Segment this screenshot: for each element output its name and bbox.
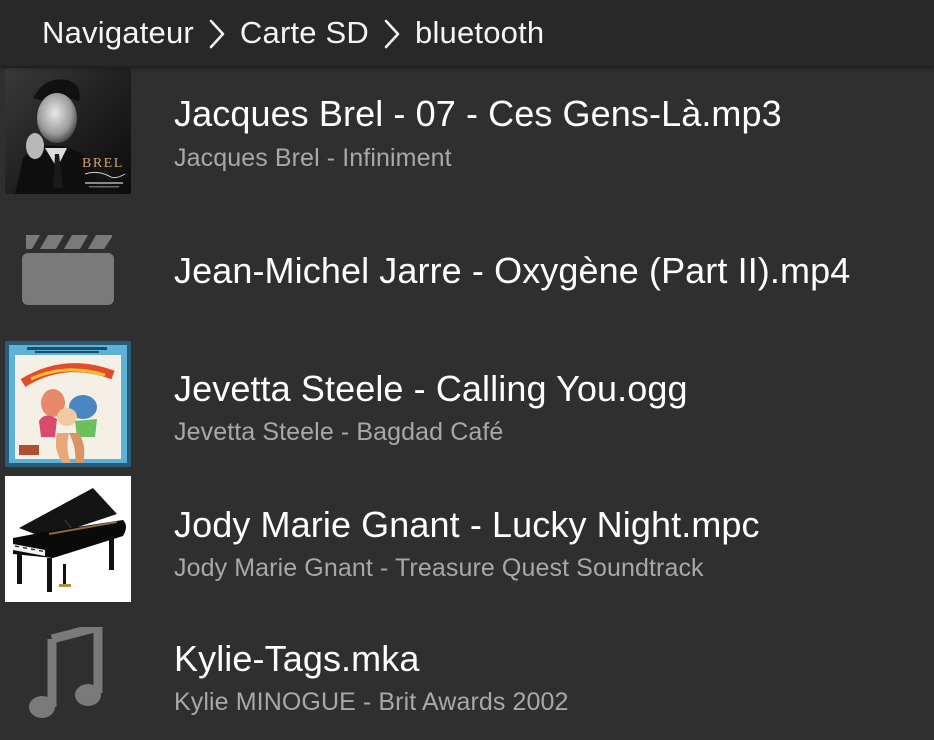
album-art-bagdad-cafe: [5, 341, 131, 467]
breadcrumb: Navigateur Carte SD bluetooth: [0, 0, 934, 66]
cover-text: BREL: [82, 156, 124, 171]
list-item[interactable]: BREL Jacques Brel - 07 - Ces Gens-Là.mp3…: [0, 66, 934, 202]
file-title: Jacques Brel - 07 - Ces Gens-Là.mp3: [174, 93, 782, 134]
file-title: Kylie-Tags.mka: [174, 638, 420, 679]
album-art-piano: [5, 476, 131, 602]
breadcrumb-item-carte-sd[interactable]: Carte SD: [240, 15, 369, 51]
chevron-right-icon: [377, 15, 409, 51]
breadcrumb-item-navigateur[interactable]: Navigateur: [42, 15, 194, 51]
file-subtitle: Kylie MINOGUE - Brit Awards 2002: [174, 688, 569, 716]
file-title: Jody Marie Gnant - Lucky Night.mpc: [174, 504, 760, 545]
list-item[interactable]: Jevetta Steele - Calling You.ogg Jevetta…: [0, 338, 934, 472]
album-art-brel: BREL: [5, 68, 131, 194]
list-item[interactable]: Jody Marie Gnant - Lucky Night.mpc Jody …: [0, 472, 934, 608]
video-icon: [5, 204, 131, 330]
breadcrumb-item-bluetooth[interactable]: bluetooth: [415, 15, 544, 51]
file-browser: Navigateur Carte SD bluetooth BREL Jacqu…: [0, 0, 934, 740]
music-note-icon: [5, 612, 131, 738]
chevron-right-icon: [202, 15, 234, 51]
file-title: Jean-Michel Jarre - Oxygène (Part II).mp…: [174, 250, 851, 291]
file-subtitle: Jacques Brel - Infiniment: [174, 144, 452, 172]
list-item[interactable]: Jean-Michel Jarre - Oxygène (Part II).mp…: [0, 202, 934, 338]
file-title: Jevetta Steele - Calling You.ogg: [174, 368, 688, 409]
file-subtitle: Jody Marie Gnant - Treasure Quest Soundt…: [174, 554, 704, 582]
file-subtitle: Jevetta Steele - Bagdad Café: [174, 418, 504, 446]
list-item[interactable]: Kylie-Tags.mka Kylie MINOGUE - Brit Awar…: [0, 608, 934, 740]
